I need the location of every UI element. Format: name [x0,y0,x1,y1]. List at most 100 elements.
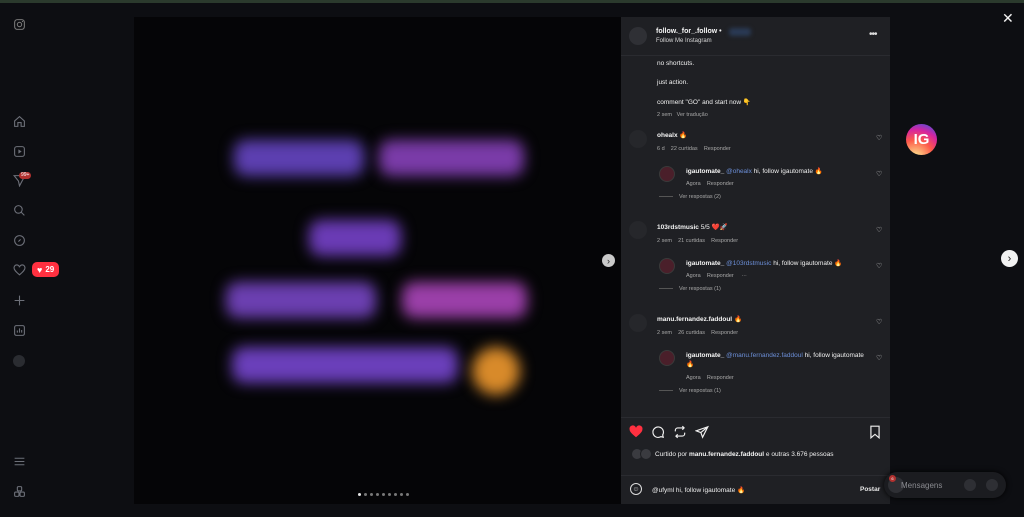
home-icon[interactable] [12,114,26,128]
comment-text: manu.fernandez.faddoul 🔥 [657,315,742,324]
blurred-text-block [402,282,527,318]
repost-icon[interactable] [673,425,687,442]
reply-body: hi, follow igautomate 🔥 [753,168,823,175]
comment-avatar[interactable] [629,221,647,239]
reply-avatar[interactable] [659,166,675,182]
reply-mention[interactable]: @manu.fernandez.faddoul [726,352,803,359]
blurred-text-block [309,220,401,256]
comment-body: 5/5 ❤️🚀 [700,224,728,231]
left-sidebar: 99+ ♥ 29 [0,0,60,517]
reply-mention[interactable]: @ohealx [726,168,752,175]
like-comment-icon[interactable]: ♡ [876,226,882,234]
comment-body: 🔥 [679,132,688,139]
search-icon[interactable] [12,203,26,217]
view-replies-button[interactable]: Ver respostas (1) [659,286,721,292]
carousel-next-button[interactable]: › [602,254,615,267]
reply-meta: Agora Responder ··· [686,273,747,279]
liked-by-avatars [631,448,652,460]
reply-avatar[interactable] [659,350,675,366]
caption-line: comment "GO" and start now 👇 [657,99,751,106]
comment-time: 2 sem [657,330,672,336]
liked-heart-icon[interactable] [629,425,643,442]
liked-by-others[interactable]: e outras 3.676 pessoas [766,451,834,458]
comment-likes[interactable]: 21 curtidas [678,238,705,244]
messages-dock[interactable]: 6 Mensagens [884,472,1006,498]
reply-button[interactable]: Responder [711,238,738,244]
notifications-heart-icon[interactable] [12,263,26,277]
caption-time: 2 sem [657,112,672,118]
carousel-dot [388,493,391,496]
translate-link[interactable]: Ver tradução [677,112,708,118]
reels-icon[interactable] [12,144,26,158]
author-avatar[interactable] [629,27,647,45]
comment-likes[interactable]: 22 curtidas [671,146,698,152]
comment-username[interactable]: ohealx [657,132,678,139]
comments-panel: follow._for_.follow • Follow Me Instagra… [621,17,890,504]
reply-button[interactable]: Responder [704,146,731,152]
share-icon[interactable] [694,425,709,442]
create-plus-icon[interactable] [12,293,26,307]
reply-mention[interactable]: @103rdstmusic [726,260,771,267]
ig-logo-avatar[interactable]: IG [906,124,937,155]
carousel-dots [358,493,409,496]
like-reply-icon[interactable]: ♡ [876,354,882,362]
blurred-text-block [226,282,376,318]
emoji-picker-icon[interactable]: ☺ [630,483,642,495]
reply-button[interactable]: Responder [711,330,738,336]
menu-icon[interactable] [12,454,26,468]
explore-icon[interactable] [12,233,26,247]
reply-username[interactable]: igautomate_ [686,168,724,175]
more-options-icon[interactable]: ••• [869,29,877,40]
reply-username[interactable]: igautomate_ [686,352,724,359]
save-bookmark-icon[interactable] [869,425,881,442]
view-replies-button[interactable]: Ver respostas (1) [659,388,721,394]
like-comment-icon[interactable]: ♡ [876,318,882,326]
like-comment-icon[interactable]: ♡ [876,134,882,142]
notifications-count-pill[interactable]: ♥ 29 [32,262,60,277]
carousel-dot [364,493,367,496]
reply-avatar[interactable] [659,258,675,274]
carousel-dot [370,493,373,496]
like-reply-icon[interactable]: ♡ [876,262,882,270]
comment-input[interactable]: @ufyml hi, follow igautomate 🔥 [652,486,745,494]
liked-by-text: Curtido por manu.fernandez.faddoul e out… [655,451,833,458]
comment-icon[interactable] [651,425,665,442]
comment-username[interactable]: manu.fernandez.faddoul [657,316,732,323]
liked-by-user[interactable]: manu.fernandez.faddoul [689,451,764,458]
author-username[interactable]: follow._for_.follow • [656,28,722,35]
messages-avatar [964,479,976,491]
comment-username[interactable]: 103rdstmusic [657,224,699,231]
reply-meta: Agora Responder [686,181,734,187]
comment-avatar[interactable] [629,130,647,148]
close-icon[interactable]: ✕ [1002,10,1014,27]
like-reply-icon[interactable]: ♡ [876,170,882,178]
profile-avatar[interactable] [13,355,25,367]
dashboard-icon[interactable] [12,323,26,337]
reply-text: igautomate_ @ohealx hi, follow igautomat… [686,167,866,176]
reply-button[interactable]: Responder [707,181,734,187]
comment-text: 103rdstmusic 5/5 ❤️🚀 [657,223,728,232]
reply-button[interactable]: Responder [707,375,734,381]
comment-likes[interactable]: 26 curtidas [678,330,705,336]
caption-line: just action. [657,79,689,86]
comment-body: 🔥 [733,316,743,323]
next-post-button[interactable]: › [1001,250,1018,267]
reply-time: Agora [686,273,701,279]
view-replies-button[interactable]: Ver respostas (2) [659,194,721,200]
divider [621,475,890,476]
carousel-dot [406,493,409,496]
reply-more-options[interactable]: ··· [741,273,747,279]
more-apps-icon[interactable] [12,484,26,498]
instagram-logo-icon[interactable] [12,17,26,31]
reply-button[interactable]: Responder [707,273,734,279]
comment-avatar[interactable] [629,314,647,332]
messages-more-icon[interactable] [986,479,998,491]
carousel-dot [394,493,397,496]
reply-username[interactable]: igautomate_ [686,260,724,267]
reply-body: hi, follow igautomate 🔥 [773,260,843,267]
post-media-carousel[interactable] [134,17,621,504]
reply-text: igautomate_ @103rdstmusic hi, follow iga… [686,259,866,268]
author-subtitle[interactable]: Follow Me Instagram [656,38,712,44]
post-comment-button[interactable]: Postar [860,486,880,493]
reply-time: Agora [686,375,701,381]
